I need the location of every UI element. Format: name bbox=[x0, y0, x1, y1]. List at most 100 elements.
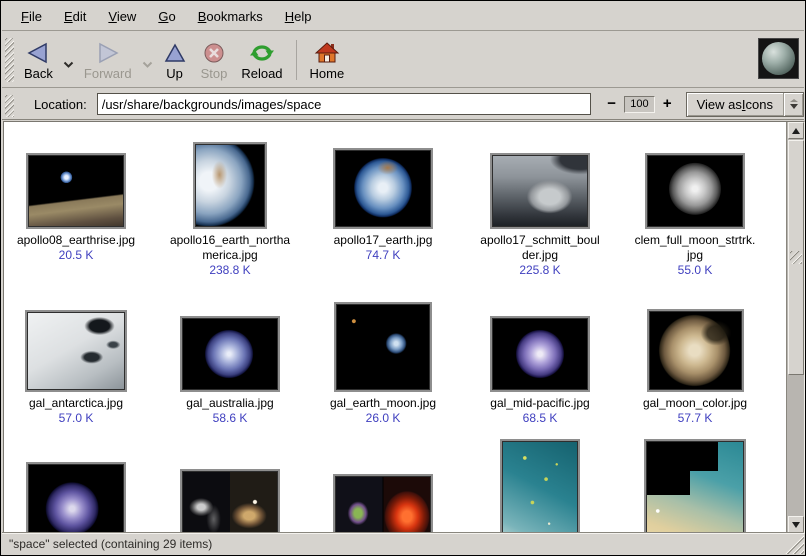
file-item-gal-moon-color[interactable]: gal_moon_color.jpg 57.7 K bbox=[620, 309, 770, 426]
file-name-line2: merica.jpg bbox=[160, 248, 300, 263]
file-item-apollo17-earth[interactable]: apollo17_earth.jpg 74.7 K bbox=[308, 148, 458, 263]
back-icon bbox=[25, 35, 51, 65]
menu-edit[interactable]: Edit bbox=[53, 4, 97, 29]
vertical-scrollbar[interactable] bbox=[786, 122, 804, 533]
menu-edit-mnemonic: E bbox=[64, 9, 73, 24]
thumbnail-partial-nebula-teal[interactable] bbox=[500, 439, 580, 534]
menu-go-mnemonic: G bbox=[158, 9, 168, 24]
toolbar: Back Forward Up bbox=[2, 32, 804, 88]
thumbnail-clem-full-moon[interactable] bbox=[645, 153, 745, 229]
up-icon bbox=[163, 35, 187, 65]
file-item-partial-5[interactable] bbox=[620, 439, 770, 534]
chevron-down-icon bbox=[63, 56, 74, 71]
file-manager-window: File Edit View Go Bookmarks Help Back Fo… bbox=[0, 0, 806, 556]
menu-file-rest: ile bbox=[29, 9, 42, 24]
back-button[interactable]: Back bbox=[17, 32, 60, 81]
file-item-partial-1[interactable] bbox=[3, 462, 151, 534]
zoom-in-button[interactable]: + bbox=[660, 95, 675, 113]
thumbnail-gal-mid-pacific[interactable] bbox=[490, 316, 590, 392]
file-name: gal_earth_moon.jpg bbox=[313, 396, 453, 411]
window-resize-grip[interactable] bbox=[784, 534, 804, 554]
file-size: 58.6 K bbox=[213, 411, 248, 426]
thumbnail-gal-moon-color[interactable] bbox=[647, 309, 744, 392]
view-mode-selector[interactable]: View as Icons bbox=[686, 92, 804, 117]
file-item-gal-earth-moon[interactable]: gal_earth_moon.jpg 26.0 K bbox=[308, 302, 458, 426]
location-label: Location: bbox=[34, 97, 87, 112]
scrollbar-up-button[interactable] bbox=[788, 122, 804, 139]
menu-bookmarks-rest: ookmarks bbox=[206, 9, 262, 24]
stop-button[interactable]: Stop bbox=[194, 32, 235, 81]
reload-button[interactable]: Reload bbox=[234, 32, 289, 81]
file-item-gal-antarctica[interactable]: gal_antarctica.jpg 57.0 K bbox=[3, 310, 151, 426]
file-item-clem-full-moon[interactable]: clem_full_moon_strtrk.jpg 55.0 K bbox=[620, 153, 770, 278]
file-size: 74.7 K bbox=[366, 248, 401, 263]
arrow-up-icon bbox=[792, 128, 800, 134]
thumbnail-partial-galaxy-pair[interactable] bbox=[180, 469, 280, 534]
location-bar-drag-handle[interactable] bbox=[5, 95, 14, 117]
thumbnail-partial-earth[interactable] bbox=[26, 462, 126, 534]
menu-view-mnemonic: V bbox=[108, 9, 116, 24]
location-input[interactable] bbox=[97, 93, 592, 115]
thumbnail-apollo17-schmitt-boulder[interactable] bbox=[490, 153, 590, 229]
file-item-partial-3[interactable] bbox=[308, 474, 458, 534]
back-label: Back bbox=[24, 67, 53, 81]
file-size: 55.0 K bbox=[678, 263, 713, 278]
file-name-line1: gal_antarctica.jpg bbox=[6, 396, 146, 411]
file-size: 20.5 K bbox=[59, 248, 94, 263]
menu-go-rest: o bbox=[168, 9, 175, 24]
home-button[interactable]: Home bbox=[303, 32, 352, 81]
zoom-level-indicator: 100 bbox=[624, 96, 655, 113]
stop-label: Stop bbox=[201, 67, 228, 81]
file-name-line1: gal_earth_moon.jpg bbox=[313, 396, 453, 411]
forward-label: Forward bbox=[84, 67, 132, 81]
thumbnail-apollo17-earth[interactable] bbox=[333, 148, 433, 229]
stop-icon bbox=[202, 35, 226, 65]
menu-view[interactable]: View bbox=[97, 4, 147, 29]
up-button[interactable]: Up bbox=[156, 32, 194, 81]
zoom-out-button[interactable]: − bbox=[604, 95, 619, 113]
menu-bookmarks[interactable]: Bookmarks bbox=[187, 4, 274, 29]
thumbnail-gal-australia[interactable] bbox=[180, 316, 280, 392]
menu-file[interactable]: File bbox=[10, 4, 53, 29]
file-size: 57.0 K bbox=[59, 411, 94, 426]
thumbnail-partial-nebula-two-panel[interactable] bbox=[333, 474, 433, 534]
file-name-line1: gal_mid-pacific.jpg bbox=[470, 396, 610, 411]
file-size: 225.8 K bbox=[519, 263, 560, 278]
menu-edit-rest: dit bbox=[73, 9, 87, 24]
menu-help[interactable]: Help bbox=[274, 4, 323, 29]
icon-view[interactable]: apollo08_earthrise.jpg 20.5 K apollo16_e… bbox=[3, 121, 805, 534]
combo-arrow-icon bbox=[790, 104, 798, 109]
forward-button[interactable]: Forward bbox=[77, 32, 139, 81]
menu-bar: File Edit View Go Bookmarks Help bbox=[2, 2, 804, 31]
file-item-gal-mid-pacific[interactable]: gal_mid-pacific.jpg 68.5 K bbox=[465, 316, 615, 426]
thumbnail-apollo16-earth[interactable] bbox=[193, 142, 267, 229]
thumbnail-gal-antarctica[interactable] bbox=[25, 310, 127, 392]
reload-label: Reload bbox=[241, 67, 282, 81]
file-item-apollo16-earth-northamerica[interactable]: apollo16_earth_northamerica.jpg 238.8 K bbox=[155, 142, 305, 278]
scrollbar-down-button[interactable] bbox=[788, 516, 804, 533]
thumbnail-partial-nebula-stepped[interactable] bbox=[644, 439, 746, 534]
file-name: apollo16_earth_northamerica.jpg bbox=[160, 233, 300, 263]
thumbnail-apollo08-earthrise[interactable] bbox=[26, 153, 126, 229]
file-item-partial-4[interactable] bbox=[465, 439, 615, 534]
location-bar: Location: − 100 + View as Icons bbox=[2, 89, 804, 120]
status-bar: "space" selected (containing 29 items) bbox=[2, 532, 804, 554]
thumbnail-gal-earth-moon[interactable] bbox=[334, 302, 432, 392]
file-name: apollo08_earthrise.jpg bbox=[6, 233, 146, 248]
toolbar-drag-handle[interactable] bbox=[5, 38, 14, 82]
file-item-apollo17-schmitt-boulder[interactable]: apollo17_schmitt_boulder.jpg 225.8 K bbox=[465, 153, 615, 278]
file-name-line2: der.jpg bbox=[470, 248, 610, 263]
file-item-gal-australia[interactable]: gal_australia.jpg 58.6 K bbox=[155, 316, 305, 426]
file-item-partial-2[interactable] bbox=[155, 469, 305, 534]
scrollbar-thumb[interactable] bbox=[788, 140, 804, 375]
file-name: clem_full_moon_strtrk.jpg bbox=[625, 233, 765, 263]
menu-go[interactable]: Go bbox=[147, 4, 186, 29]
file-name-line2: jpg bbox=[625, 248, 765, 263]
menu-view-rest: iew bbox=[117, 9, 137, 24]
forward-history-dropdown[interactable] bbox=[139, 56, 156, 71]
file-size: 26.0 K bbox=[366, 411, 401, 426]
menu-help-mnemonic: H bbox=[285, 9, 294, 24]
view-mode-dropdown-arrow[interactable] bbox=[783, 93, 803, 116]
back-history-dropdown[interactable] bbox=[60, 56, 77, 71]
file-item-apollo08-earthrise[interactable]: apollo08_earthrise.jpg 20.5 K bbox=[3, 153, 151, 263]
